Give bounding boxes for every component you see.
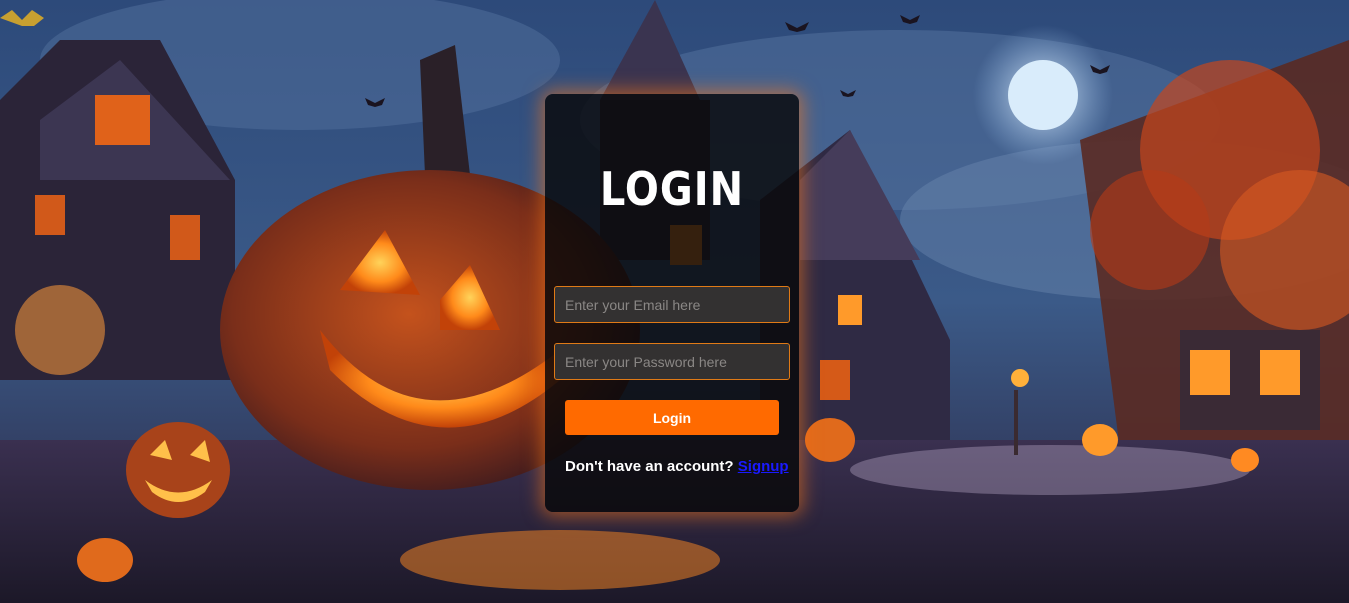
login-button[interactable]: Login xyxy=(565,400,779,435)
login-title: Login xyxy=(599,163,745,217)
signup-prompt: Don't have an account? xyxy=(565,458,734,475)
signup-row: Don't have an account? Signup xyxy=(565,458,795,475)
signup-link[interactable]: Signup xyxy=(738,458,789,475)
email-input[interactable] xyxy=(554,286,790,323)
login-card: Login Login Don't have an account? Signu… xyxy=(545,94,799,512)
password-input[interactable] xyxy=(554,343,790,380)
